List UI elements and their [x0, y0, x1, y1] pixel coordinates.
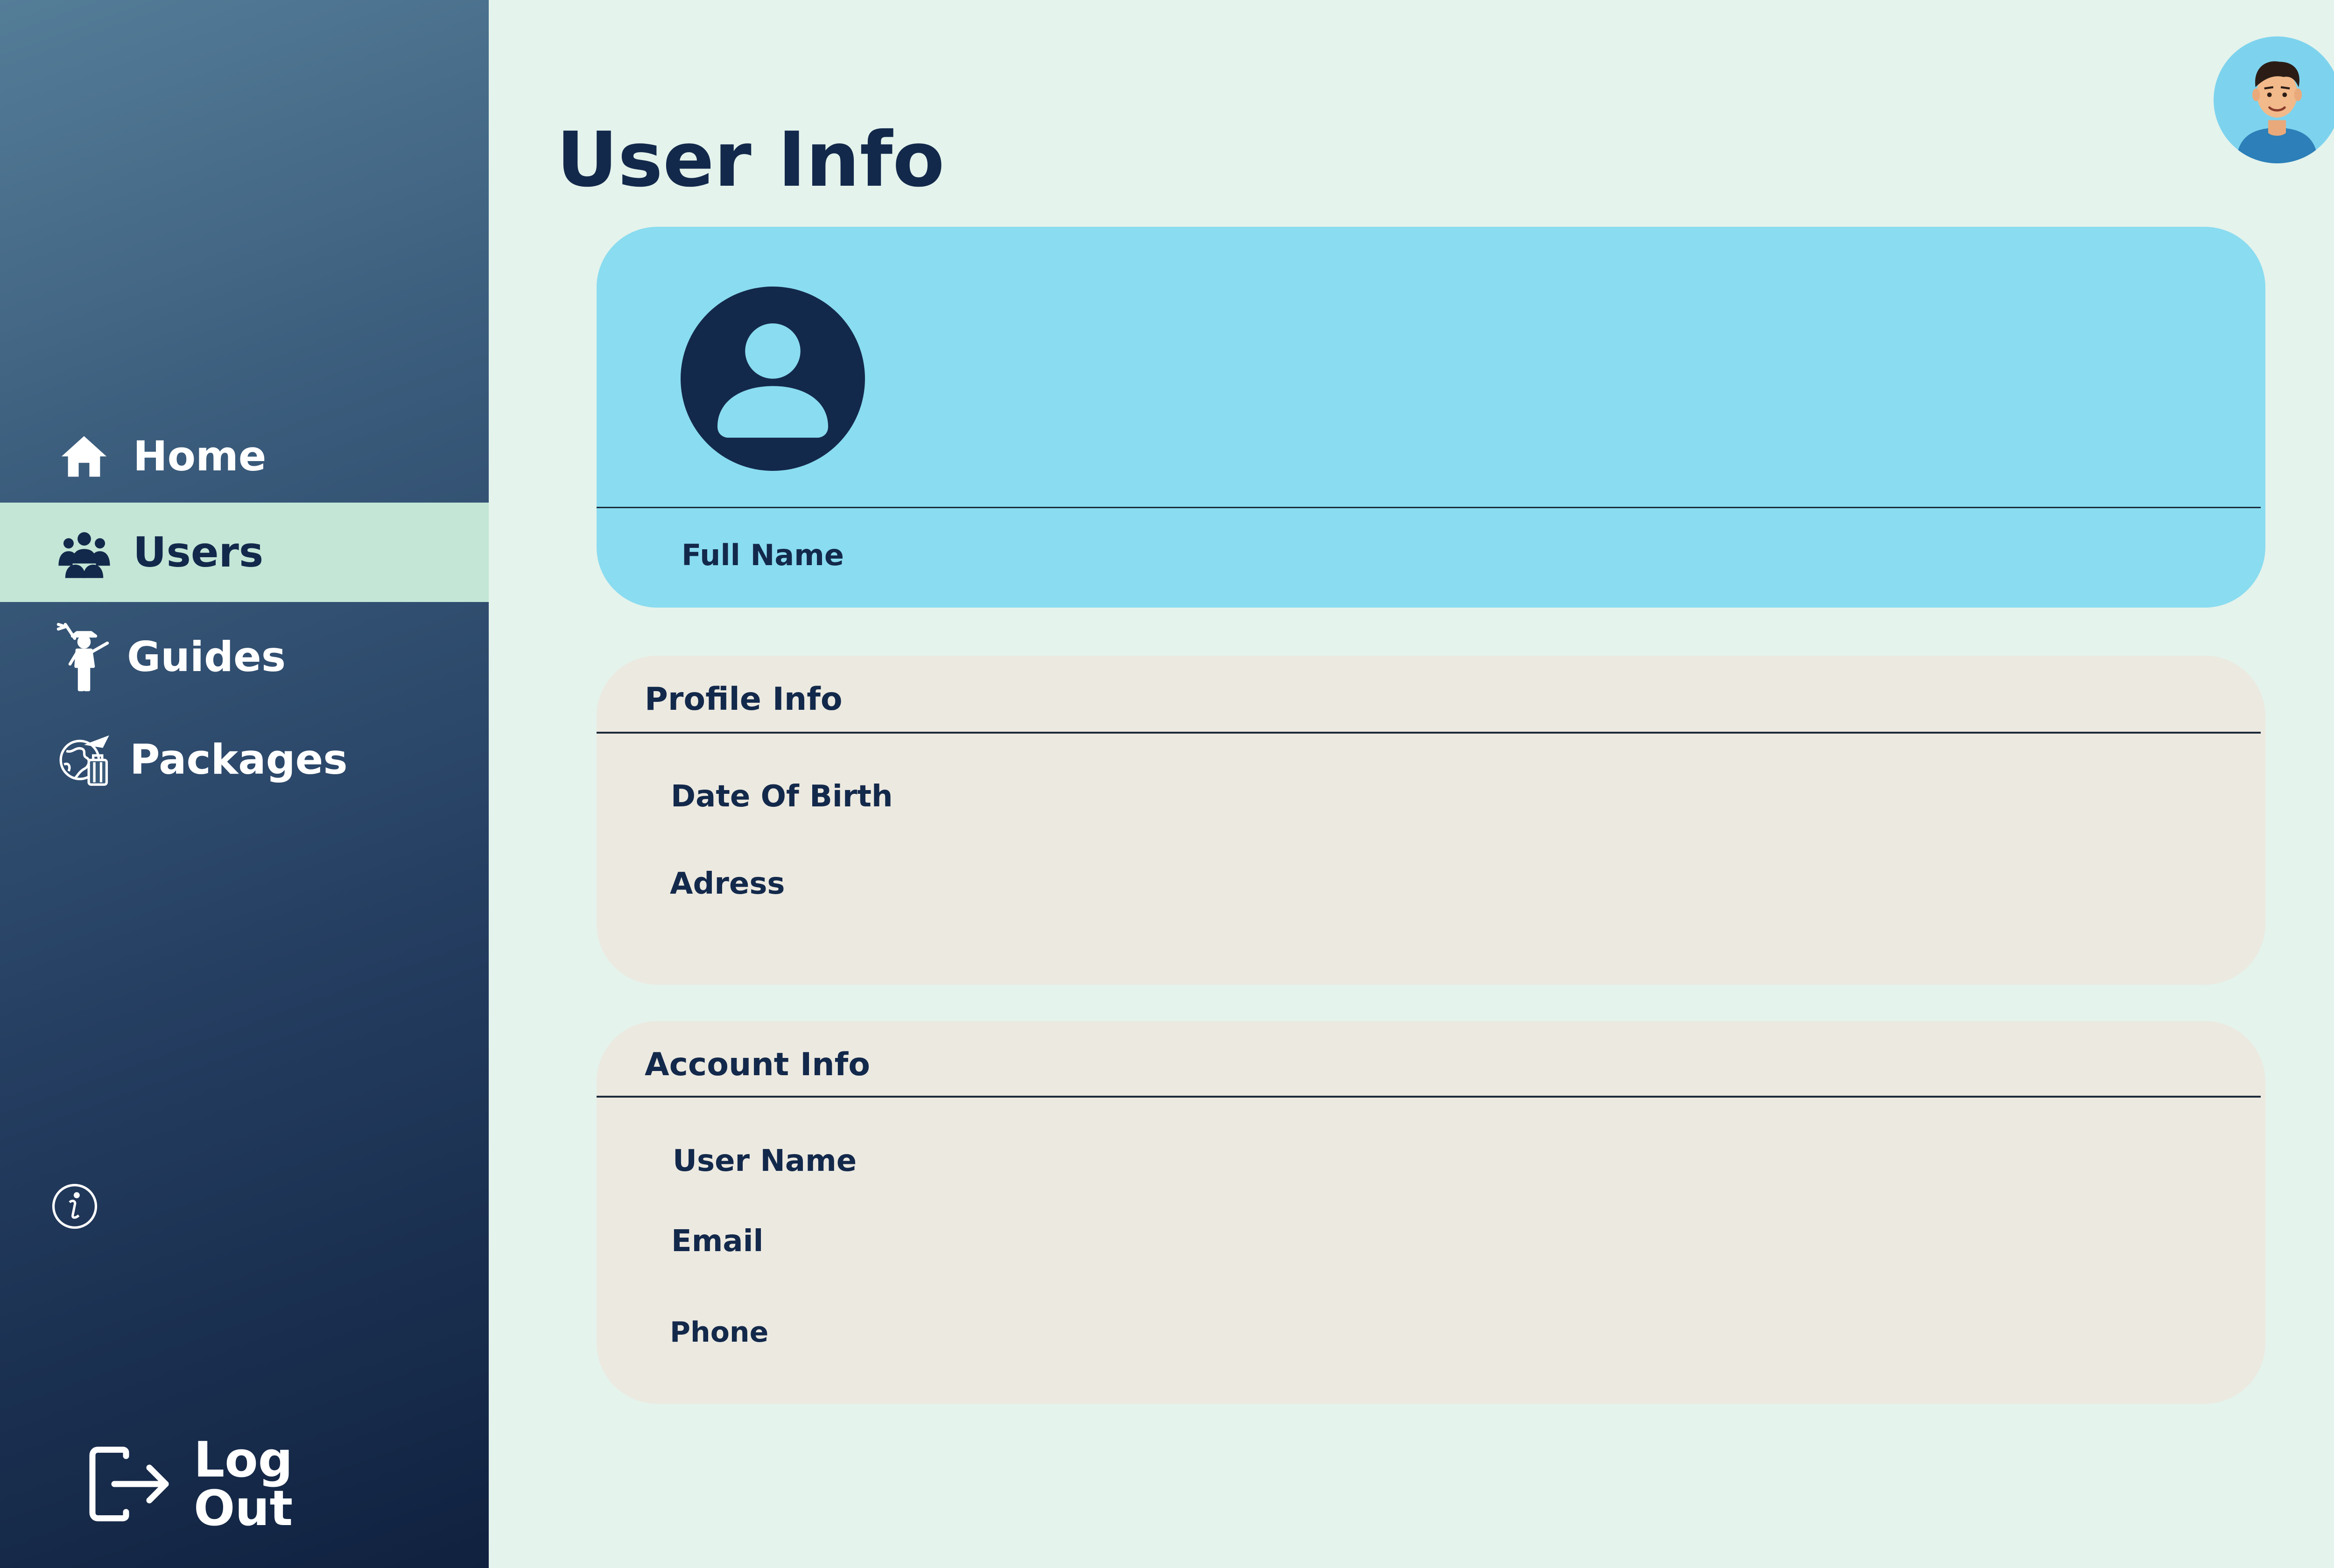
email-label: Email [671, 1224, 764, 1259]
user-placeholder-icon [681, 287, 865, 471]
sidebar-item-label: Packages [130, 735, 348, 784]
info-icon[interactable] [50, 1182, 99, 1231]
sidebar-item-home[interactable]: Home [0, 407, 489, 506]
user-card-divider [597, 507, 2261, 508]
travel-globe-icon [51, 727, 117, 792]
logout-icon [89, 1447, 173, 1521]
address-label: Adress [670, 867, 785, 901]
logout-button[interactable]: Log Out [89, 1435, 387, 1533]
date-of-birth-label: Date Of Birth [671, 779, 893, 814]
phone-label: Phone [670, 1316, 769, 1349]
full-name-label: Full Name [682, 538, 844, 572]
sidebar-item-packages[interactable]: Packages [0, 710, 489, 809]
app-root: Home Users Guides Packages Log Out User … [0, 0, 2334, 1568]
home-icon [51, 424, 117, 489]
users-icon [51, 520, 117, 585]
account-info-divider [597, 1096, 2261, 1098]
sidebar-item-users[interactable]: Users [0, 503, 489, 602]
sidebar-item-label: Users [133, 528, 264, 576]
sidebar-item-guides[interactable]: Guides [0, 608, 489, 707]
account-info-title: Account Info [645, 1046, 870, 1083]
profile-info-title: Profile Info [645, 681, 843, 718]
sidebar: Home Users Guides Packages Log Out [0, 0, 489, 1568]
user-avatar-icon[interactable] [2214, 36, 2334, 163]
guide-icon [51, 623, 117, 692]
profile-info-divider [597, 732, 2261, 734]
user-name-label: User Name [673, 1144, 857, 1178]
profile-info-card: Profile Info Date Of Birth Adress [597, 656, 2265, 985]
sidebar-item-label: Home [133, 432, 267, 480]
user-card: Full Name [597, 227, 2265, 608]
logout-label: Log Out [194, 1431, 293, 1537]
page-title: User Info [556, 116, 945, 204]
account-info-card: Account Info User Name Email Phone [597, 1021, 2265, 1404]
sidebar-item-label: Guides [127, 633, 286, 681]
